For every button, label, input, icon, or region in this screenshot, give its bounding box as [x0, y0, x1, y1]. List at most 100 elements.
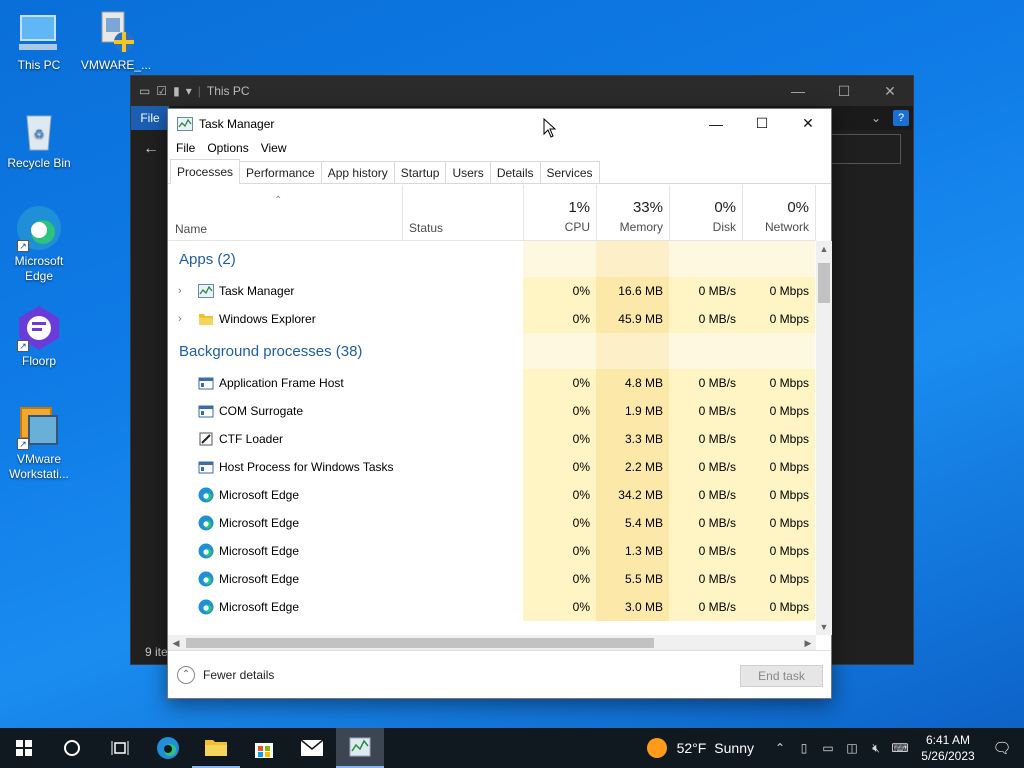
desktop-icon-edge[interactable]: ↗ Microsoft Edge: [1, 204, 77, 284]
task-manager-window[interactable]: Task Manager — ☐ ✕ File Options View Pro…: [167, 108, 832, 699]
keyboard-icon[interactable]: ⌨: [888, 741, 912, 755]
edge-icon: [198, 515, 214, 531]
tab-services[interactable]: Services: [539, 161, 600, 183]
weather-temp: 52°F: [676, 740, 707, 756]
scroll-up-arrow-icon[interactable]: ▲: [816, 241, 832, 257]
menu-options[interactable]: Options: [201, 141, 254, 155]
tab-performance[interactable]: Performance: [239, 161, 322, 183]
process-name: Host Process for Windows Tasks: [219, 460, 394, 474]
customize-qat-icon[interactable]: ▾: [186, 84, 192, 98]
chevron-right-icon[interactable]: ›: [178, 285, 182, 297]
ribbon-expand-icon[interactable]: ⌄: [871, 111, 881, 125]
horizontal-scrollbar-thumb[interactable]: [186, 638, 654, 648]
tab-processes[interactable]: Processes: [170, 159, 241, 184]
table-row[interactable]: › Windows Explorer 0% 45.9 MB 0 MB/s 0 Mbps: [168, 305, 816, 333]
cpu-label: CPU: [564, 220, 590, 234]
table-row[interactable]: Application Frame Host 0% 4.8 MB 0 MB/s 0 Mb…: [168, 369, 816, 397]
group-cell: [523, 333, 596, 369]
table-row[interactable]: › Task Manager 0% 16.6 MB 0 MB/s 0 Mbps: [168, 277, 816, 305]
search-button[interactable]: [48, 728, 96, 768]
process-list[interactable]: ⌃ Name Status 1% CPU 33% Memory 0% Disk …: [168, 185, 816, 635]
column-cpu[interactable]: 1% CPU: [523, 185, 596, 241]
scrollbar-thumb[interactable]: [818, 263, 830, 303]
column-name[interactable]: Name: [175, 222, 207, 236]
taskbar-mail[interactable]: [288, 728, 336, 768]
scroll-down-arrow-icon[interactable]: ▼: [816, 619, 832, 635]
device-icon[interactable]: ◫: [840, 741, 864, 755]
maximize-button[interactable]: ☐: [739, 109, 785, 138]
help-icon[interactable]: ?: [893, 110, 909, 126]
group-cell: [596, 333, 669, 369]
battery-icon[interactable]: ▯: [792, 741, 816, 755]
group-header-row[interactable]: Background processes (38): [168, 333, 816, 369]
table-row[interactable]: CTF Loader 0% 3.3 MB 0 MB/s 0 Mbps: [168, 425, 816, 453]
end-task-button[interactable]: End task: [740, 665, 823, 687]
explorer-nav-pane[interactable]: ←: [131, 130, 169, 640]
tab-details[interactable]: Details: [489, 161, 541, 183]
properties-icon[interactable]: ☑: [156, 84, 167, 98]
taskbar-file-explorer[interactable]: [192, 728, 240, 768]
taskbar-edge[interactable]: [144, 728, 192, 768]
explorer-close-button[interactable]: ✕: [867, 76, 913, 106]
table-row[interactable]: Microsoft Edge 0% 3.0 MB 0 MB/s 0 Mbps: [168, 593, 816, 621]
cpu-cell: 0%: [523, 537, 596, 565]
table-row[interactable]: Host Process for Windows Tasks 0% 2.2 MB 0 …: [168, 453, 816, 481]
table-row[interactable]: Microsoft Edge 0% 5.4 MB 0 MB/s 0 Mbps: [168, 509, 816, 537]
taskbar-store[interactable]: [240, 728, 288, 768]
explorer-maximize-button[interactable]: ☐: [821, 76, 867, 106]
column-power[interactable]: P: [815, 185, 816, 241]
explorer-titlebar[interactable]: ▭ ☑ ▮ ▾ | This PC — ☐ ✕: [131, 76, 913, 106]
chevron-up-icon[interactable]: ⌃: [768, 741, 792, 755]
desktop-icon-vmware-workstation[interactable]: ↗ VMware Workstati...: [1, 402, 77, 482]
table-row[interactable]: Microsoft Edge 0% 5.5 MB 0 MB/s 0 Mbps: [168, 565, 816, 593]
task-manager-titlebar[interactable]: Task Manager — ☐ ✕: [168, 109, 831, 138]
cpu-cell: 0%: [523, 481, 596, 509]
start-button[interactable]: [0, 728, 48, 768]
minimize-button[interactable]: —: [693, 109, 739, 138]
edge-icon: [198, 571, 214, 587]
desktop-icon-floorp[interactable]: ↗ Floorp: [1, 304, 77, 369]
table-row[interactable]: Microsoft Edge 0% 1.3 MB 0 MB/s 0 Mbps: [168, 537, 816, 565]
ribbon-file-tab[interactable]: File: [131, 106, 169, 130]
chevron-up-icon[interactable]: ⌃: [177, 665, 195, 684]
desktop-icon-label: VMWARE_...: [80, 58, 152, 72]
column-disk[interactable]: 0% Disk: [669, 185, 742, 241]
horizontal-scrollbar[interactable]: ◀ ▶: [168, 635, 816, 651]
new-folder-icon[interactable]: ▮: [173, 84, 180, 98]
explorer-search-box[interactable]: [821, 134, 901, 164]
desktop-icon-vmware-installer[interactable]: VMWARE_...: [78, 8, 154, 73]
group-cell: [669, 333, 742, 369]
desktop-icon-recycle-bin[interactable]: ♻ Recycle Bin: [1, 106, 77, 171]
tab-users[interactable]: Users: [445, 161, 491, 183]
table-row[interactable]: COM Surrogate 0% 1.9 MB 0 MB/s 0 Mbps: [168, 397, 816, 425]
table-row[interactable]: Microsoft Edge 0% 34.2 MB 0 MB/s 0 Mbps: [168, 481, 816, 509]
back-arrow-icon[interactable]: ←: [131, 130, 169, 168]
speaker-muted-icon[interactable]: 🔇︎: [864, 741, 888, 756]
explorer-title: This PC: [206, 84, 250, 98]
tab-app-history[interactable]: App history: [320, 161, 395, 183]
menu-file[interactable]: File: [170, 141, 201, 155]
task-manager-icon: [349, 737, 371, 757]
scroll-right-arrow-icon[interactable]: ▶: [800, 635, 816, 651]
desktop-icon-this-pc[interactable]: This PC: [1, 8, 77, 73]
column-memory[interactable]: 33% Memory: [596, 185, 669, 241]
vertical-scrollbar[interactable]: ▲ ▼: [816, 241, 832, 635]
memory-label: Memory: [619, 220, 663, 234]
chevron-right-icon[interactable]: ›: [178, 313, 182, 325]
column-status[interactable]: Status: [402, 185, 523, 241]
store-icon: [255, 743, 273, 758]
clock[interactable]: 6:41 AM 5/26/2023: [916, 732, 980, 764]
network-icon[interactable]: ▭: [816, 741, 840, 755]
close-button[interactable]: ✕: [785, 109, 831, 138]
taskbar-task-manager[interactable]: [336, 728, 384, 768]
scroll-left-arrow-icon[interactable]: ◀: [168, 635, 184, 651]
explorer-minimize-button[interactable]: —: [775, 76, 821, 106]
tab-startup[interactable]: Startup: [393, 161, 447, 183]
fewer-details-link[interactable]: Fewer details: [203, 668, 274, 682]
notification-center-icon[interactable]: 🗨︎: [980, 739, 1024, 757]
task-view-button[interactable]: [96, 728, 144, 768]
menu-view[interactable]: View: [255, 141, 293, 155]
column-network[interactable]: 0% Network: [742, 185, 815, 241]
group-header-row[interactable]: Apps (2): [168, 241, 816, 277]
weather-widget[interactable]: 52°F Sunny: [646, 738, 754, 758]
